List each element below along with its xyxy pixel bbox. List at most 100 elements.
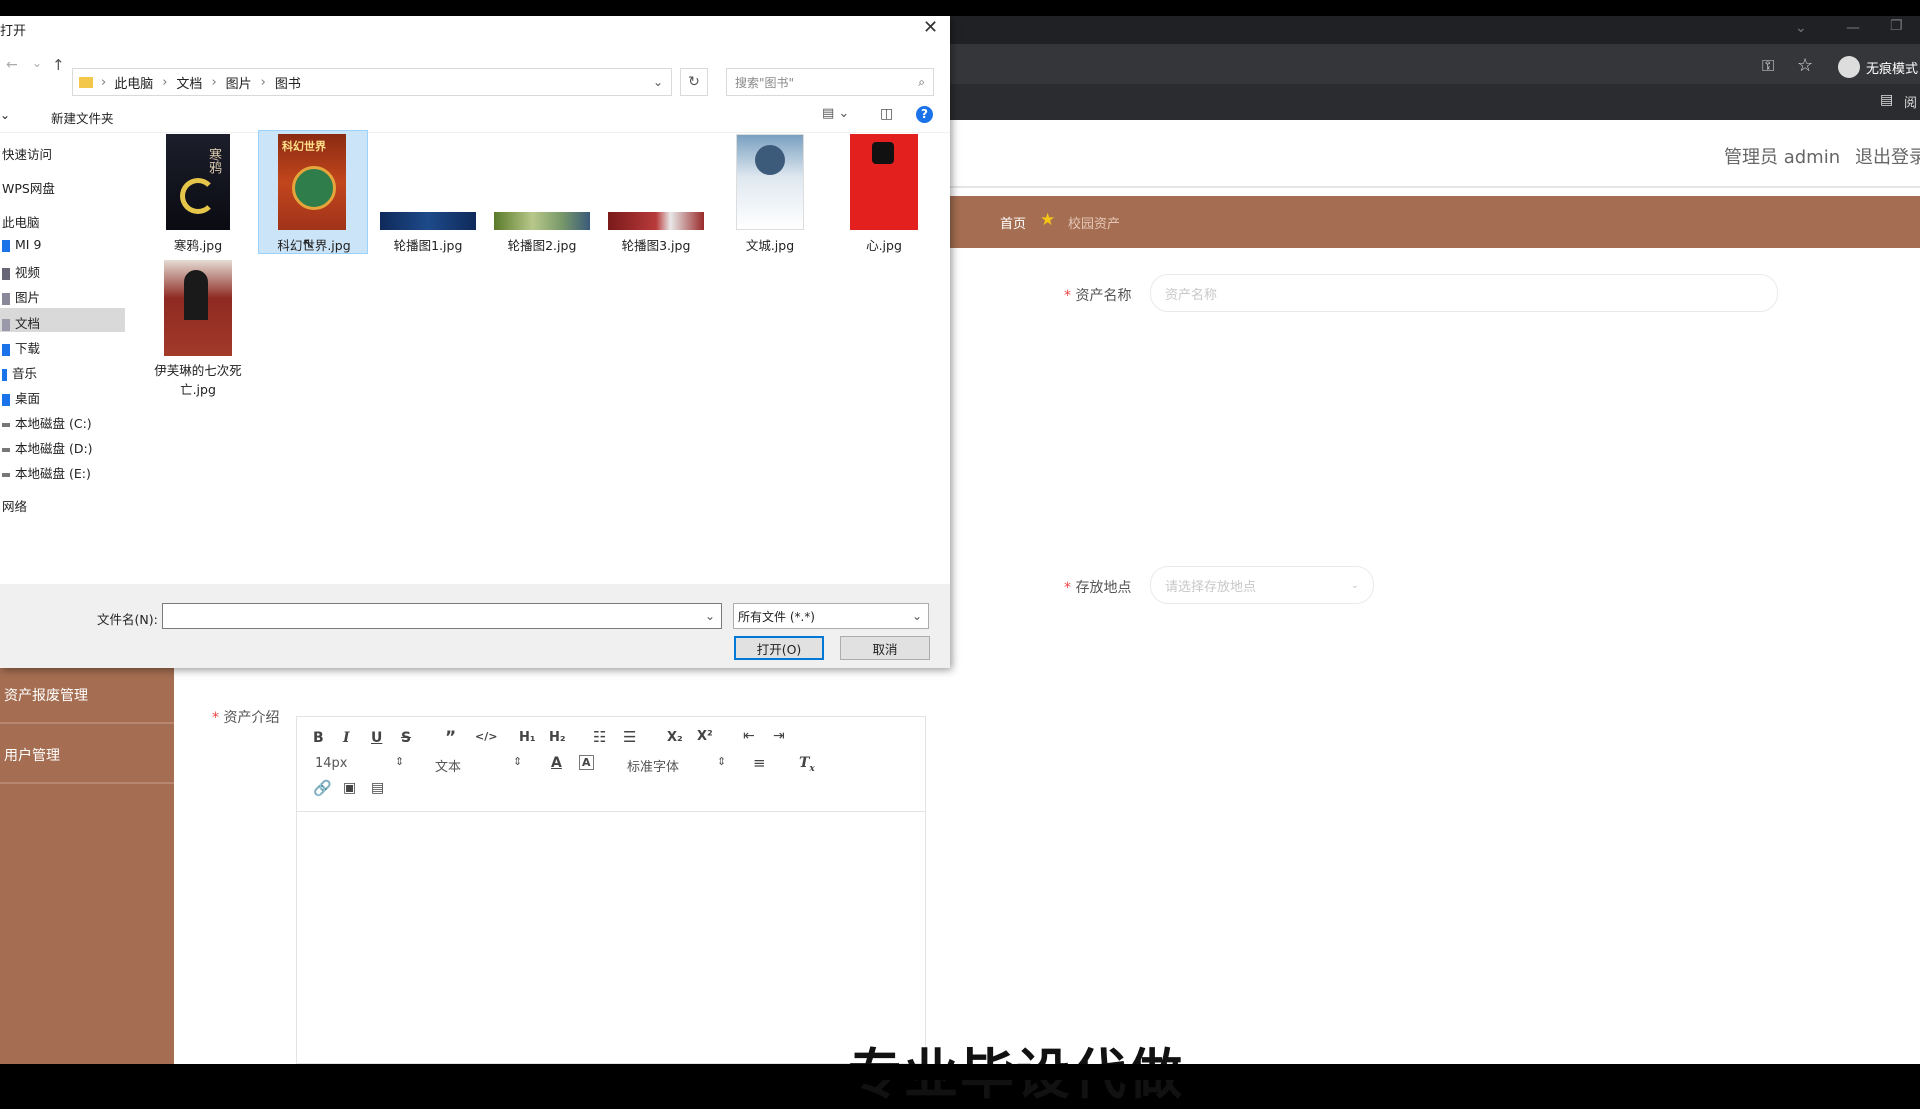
indent-icon[interactable]: ⇥ [773, 728, 785, 744]
incognito-icon[interactable] [1838, 56, 1860, 78]
nav-quick-access[interactable]: 快速访问 [2, 144, 52, 163]
file-thumb-carousel3[interactable] [608, 212, 704, 230]
star-icon[interactable]: ☆ [1797, 55, 1813, 76]
subscript-icon[interactable]: X₂ [667, 730, 683, 745]
link-icon[interactable]: 🔗 [313, 779, 332, 797]
open-button[interactable]: 打开(O) [734, 636, 824, 660]
outdent-icon[interactable]: ⇤ [743, 728, 755, 744]
nav-videos[interactable]: 视频 [2, 262, 40, 281]
file-thumb-xin[interactable] [850, 134, 918, 230]
breadcrumb-documents[interactable]: 文档 [176, 73, 202, 92]
clear-format-icon[interactable]: Tx [799, 755, 815, 774]
up-icon[interactable]: ↑ [52, 56, 65, 74]
cover-artwork [184, 270, 208, 320]
paragraph-select[interactable]: 文本 [435, 756, 461, 775]
key-icon[interactable]: ⚿ [1762, 56, 1774, 76]
video-icon[interactable]: ▤ [371, 780, 384, 796]
sidebar-item-users[interactable]: 用户管理 [0, 728, 174, 784]
cancel-button[interactable]: 取消 [840, 636, 930, 660]
file-name[interactable]: 轮播图2.jpg [492, 235, 592, 254]
address-bar[interactable]: › 此电脑 › 文档 › 图片 › 图书 ⌄ [72, 68, 672, 96]
nav-downloads[interactable]: 下载 [2, 338, 40, 357]
file-thumb-carousel2[interactable] [494, 212, 590, 230]
nav-this-pc[interactable]: 此电脑 [2, 212, 40, 231]
editor-toolbar-divider [297, 811, 925, 812]
breadcrumb-books[interactable]: 图书 [275, 73, 301, 92]
minimize-icon[interactable]: — [1846, 20, 1860, 36]
nav-drive-d[interactable]: 本地磁盘 (D:) [2, 438, 93, 457]
file-thumb-carousel1[interactable] [380, 212, 476, 230]
view-options-icon[interactable]: ▤ ⌄ [822, 106, 849, 121]
logout-link[interactable]: 退出登录 [1855, 143, 1920, 169]
file-thumb-kehuan[interactable]: 科幻世界 [278, 134, 346, 230]
organize-dropdown-icon[interactable]: ⌄ [0, 108, 10, 122]
nav-music[interactable]: 音乐 [2, 363, 37, 382]
help-icon[interactable]: ? [916, 106, 933, 123]
heading1-icon[interactable]: H₁ [519, 730, 536, 745]
nav-label: 网络 [2, 499, 28, 514]
refresh-icon[interactable]: ↻ [680, 68, 708, 96]
heading2-icon[interactable]: H₂ [549, 730, 566, 745]
font-color-icon[interactable]: A [551, 755, 562, 771]
preview-pane-icon[interactable]: ◫ [880, 106, 893, 122]
recent-dropdown-icon[interactable]: ⌄ [32, 56, 42, 70]
chevron-down-icon[interactable]: ⌄ [705, 609, 715, 623]
align-icon[interactable]: ≡ [753, 754, 766, 772]
breadcrumb-current: 校园资产 [1068, 217, 1121, 232]
search-input[interactable]: 搜索"图书" ⌕ [726, 68, 934, 96]
restore-icon[interactable]: ❐ [1890, 18, 1903, 34]
sidebar-item-asset-scrap[interactable]: 资产报废管理 [0, 668, 174, 724]
strikethrough-icon[interactable]: S [401, 730, 411, 746]
file-name[interactable]: 心.jpg [836, 235, 932, 254]
nav-mi9[interactable]: MI 9 [2, 237, 41, 252]
font-size-select[interactable]: 14px [315, 756, 348, 771]
asset-name-input[interactable]: 资产名称 [1150, 274, 1778, 312]
back-icon[interactable]: ← [6, 57, 18, 73]
bold-icon[interactable]: B [313, 730, 324, 746]
filename-input[interactable]: ⌄ [162, 603, 722, 629]
nav-drive-e[interactable]: 本地磁盘 (E:) [2, 463, 91, 482]
file-thumb-wencheng[interactable] [736, 134, 804, 230]
file-name[interactable]: 文城.jpg [722, 235, 818, 254]
close-icon[interactable]: ✕ [923, 17, 938, 38]
rich-text-editor[interactable]: B I U S ” </> H₁ H₂ ☷ ☰ X₂ X² ⇤ ⇥ 14px ⇕… [296, 716, 926, 1064]
new-folder-button[interactable]: 新建文件夹 [51, 108, 114, 127]
reading-list-label[interactable]: 阅 [1904, 92, 1917, 111]
file-name[interactable]: 伊芙琳的七次死亡.jpg [148, 361, 248, 399]
background-color-icon[interactable]: A [579, 755, 594, 770]
blockquote-icon[interactable]: ” [445, 728, 456, 748]
code-icon[interactable]: </> [475, 730, 497, 743]
location-select[interactable]: 请选择存放地点 ⌄ [1150, 566, 1374, 604]
file-name[interactable]: 寒鸦.jpg [150, 235, 246, 254]
chevron-right-icon: › [211, 74, 217, 90]
breadcrumb-pictures[interactable]: 图片 [226, 73, 252, 92]
chevron-right-icon: › [260, 74, 266, 90]
asset-name-label: * 资产名称 [1064, 288, 1132, 304]
file-name[interactable]: 轮播图3.jpg [606, 235, 706, 254]
breadcrumb-home[interactable]: 首页 [1000, 213, 1026, 232]
chevron-down-icon[interactable]: ⌄ [653, 75, 663, 89]
nav-documents[interactable]: 文档 [2, 313, 40, 332]
breadcrumb-pc[interactable]: 此电脑 [114, 73, 153, 92]
file-thumb-evelyn[interactable] [164, 260, 232, 356]
select-arrows-icon: ⇕ [395, 755, 405, 768]
nav-pictures[interactable]: 图片 [2, 287, 40, 306]
chevron-down-icon[interactable]: ⌄ [1795, 20, 1807, 36]
nav-label: 此电脑 [2, 215, 40, 230]
italic-icon[interactable]: I [343, 730, 350, 746]
superscript-icon[interactable]: X² [697, 729, 713, 744]
reading-list-icon[interactable]: ▤ [1880, 92, 1893, 108]
nav-desktop[interactable]: 桌面 [2, 388, 40, 407]
font-family-select[interactable]: 标准字体 [627, 756, 679, 775]
ordered-list-icon[interactable]: ☷ [593, 728, 606, 746]
nav-wps-cloud[interactable]: WPS网盘 [2, 178, 55, 197]
nav-drive-c[interactable]: 本地磁盘 (C:) [2, 413, 92, 432]
bullet-list-icon[interactable]: ☰ [623, 728, 636, 746]
file-name[interactable]: 轮播图1.jpg [378, 235, 478, 254]
file-thumb-hanya[interactable]: 寒鸦 [166, 134, 230, 230]
nav-network[interactable]: 网络 [2, 496, 27, 515]
image-icon[interactable]: ▣ [343, 780, 356, 796]
filetype-select[interactable]: 所有文件 (*.*) ⌄ [733, 603, 929, 629]
underline-icon[interactable]: U [371, 730, 382, 746]
file-name[interactable]: 科幻世界.jpg [262, 235, 366, 254]
